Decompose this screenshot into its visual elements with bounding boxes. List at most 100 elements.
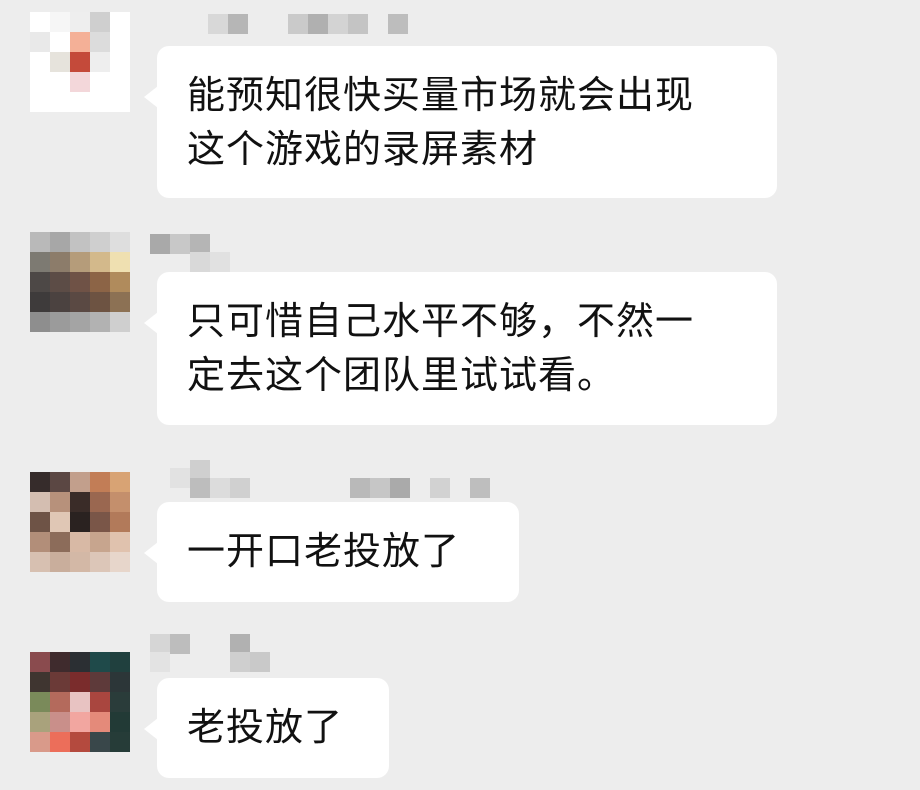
name-blur-block [348, 14, 368, 34]
avatar-pixel [110, 252, 130, 272]
name-blur-block [370, 478, 390, 498]
avatar-pixel [110, 92, 130, 112]
avatar-pixel [90, 12, 110, 32]
avatar-pixel [70, 652, 90, 672]
name-blur-block [350, 478, 370, 498]
avatar-pixel [70, 252, 90, 272]
name-blur-block [230, 478, 250, 498]
avatar-pixel [30, 92, 50, 112]
avatar-pixel [90, 712, 110, 732]
avatar-pixel [90, 532, 110, 552]
avatar-pixel [90, 492, 110, 512]
avatar-pixel [110, 672, 130, 692]
avatar-pixel [90, 272, 110, 292]
avatar[interactable] [30, 652, 130, 752]
avatar-pixel [50, 52, 70, 72]
avatar-pixel [30, 32, 50, 52]
avatar-pixel [90, 652, 110, 672]
avatar[interactable] [30, 12, 130, 112]
avatar-pixel [50, 292, 70, 312]
message-bubble[interactable]: 老投放了 [144, 678, 389, 778]
avatar-pixel [70, 492, 90, 512]
name-blur-block [328, 14, 348, 34]
avatar-pixel [110, 712, 130, 732]
avatar-pixel [70, 92, 90, 112]
avatar-pixel [110, 32, 130, 52]
avatar-pixel [30, 492, 50, 512]
avatar-pixel [70, 232, 90, 252]
avatar-pixel [30, 652, 50, 672]
name-blur-block [228, 14, 248, 34]
avatar-pixel [90, 52, 110, 72]
avatar-pixel [50, 472, 70, 492]
name-blur-block [390, 478, 410, 498]
avatar-pixel [50, 12, 70, 32]
avatar-pixel [70, 12, 90, 32]
avatar-pixel [30, 272, 50, 292]
avatar-pixel [30, 512, 50, 532]
avatar-pixel [110, 692, 130, 712]
name-blur-block [210, 478, 230, 498]
name-blur-block [208, 14, 228, 34]
name-blur-block [470, 478, 490, 498]
avatar-pixel [110, 532, 130, 552]
avatar-pixel [50, 692, 70, 712]
avatar-pixel [30, 732, 50, 752]
avatar-pixel [30, 472, 50, 492]
avatar-pixel [110, 272, 130, 292]
message-text: 一开口老投放了 [187, 529, 461, 573]
avatar-pixel [70, 692, 90, 712]
avatar-pixel [50, 512, 70, 532]
name-blur-block [288, 14, 308, 34]
avatar-pixel [50, 72, 70, 92]
avatar-pixel [50, 252, 70, 272]
avatar-pixel [50, 272, 70, 292]
avatar-pixel [30, 692, 50, 712]
avatar-pixel [70, 712, 90, 732]
name-blur-block [150, 234, 170, 254]
avatar-pixel [90, 92, 110, 112]
avatar-pixel [90, 512, 110, 532]
message-bubble[interactable]: 一开口老投放了 [144, 502, 519, 602]
message-bubble[interactable]: 只可惜自己水平不够，不然一 定去这个团队里试试看。 [144, 272, 777, 425]
avatar-pixel [30, 12, 50, 32]
avatar-pixel [110, 512, 130, 532]
avatar-pixel [50, 732, 70, 752]
sender-name-blurred [150, 10, 530, 50]
avatar-pixel [110, 552, 130, 572]
name-blur-block [430, 478, 450, 498]
avatar-pixel [90, 692, 110, 712]
avatar-pixel [30, 232, 50, 252]
avatar-pixel [90, 672, 110, 692]
name-blur-block [190, 252, 210, 272]
avatar-pixel [110, 312, 130, 332]
avatar-pixel [30, 312, 50, 332]
avatar-pixel [70, 532, 90, 552]
name-blur-block [170, 234, 190, 254]
message-text: 能预知很快买量市场就会出现 这个游戏的录屏素材 [187, 73, 695, 171]
avatar-pixel [110, 492, 130, 512]
avatar-pixel [110, 52, 130, 72]
avatar-pixel [90, 292, 110, 312]
message-bubble[interactable]: 能预知很快买量市场就会出现 这个游戏的录屏素材 [144, 46, 777, 198]
name-blur-block [230, 634, 250, 654]
avatar-pixel [90, 232, 110, 252]
name-blur-block [388, 14, 408, 34]
avatar-pixel [50, 232, 70, 252]
avatar-pixel [30, 252, 50, 272]
avatar-pixel [70, 292, 90, 312]
avatar-pixel [50, 312, 70, 332]
avatar[interactable] [30, 232, 130, 332]
avatar-pixel [70, 32, 90, 52]
avatar-pixel [70, 52, 90, 72]
avatar-pixel [70, 272, 90, 292]
sender-name-blurred [150, 230, 530, 272]
avatar-pixel [30, 52, 50, 72]
avatar-pixel [70, 672, 90, 692]
avatar-pixel [70, 732, 90, 752]
avatar[interactable] [30, 472, 130, 572]
avatar-pixel [50, 492, 70, 512]
avatar-pixel [110, 472, 130, 492]
name-blur-block [170, 468, 190, 488]
message-text: 只可惜自己水平不够，不然一 定去这个团队里试试看。 [187, 299, 695, 397]
